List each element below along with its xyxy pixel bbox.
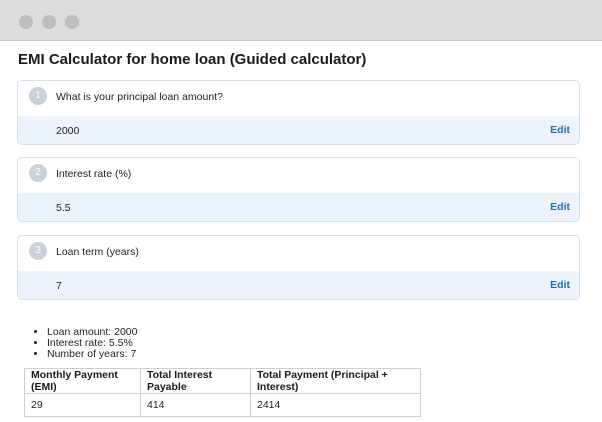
cell-total-payment: 2414 [250,393,421,417]
step-question: Loan term (years) [56,246,139,258]
window-maximize-icon[interactable] [65,15,79,29]
cell-monthly-payment: 29 [24,393,141,417]
table-header-row: Monthly Payment (EMI) Total Interest Pay… [24,368,421,394]
step-interest-rate: 2 Interest rate (%) 5.5 Edit [17,157,580,222]
window-titlebar [0,0,602,41]
step-value: 7 [56,280,62,292]
step-number-badge: 3 [29,242,47,260]
loan-summary-list: Loan amount: 2000 Interest rate: 5.5% Nu… [47,327,138,360]
step-question: Interest rate (%) [56,168,132,180]
browser-window: EMI Calculator for home loan (Guided cal… [0,0,602,422]
step-header: 1 What is your principal loan amount? [18,81,579,116]
step-value: 5.5 [56,202,71,214]
summary-number-of-years: Number of years: 7 [47,349,138,360]
edit-principal-link[interactable]: Edit [550,124,570,136]
results-table: Monthly Payment (EMI) Total Interest Pay… [24,368,421,417]
step-number-badge: 1 [29,87,47,105]
step-answer: 2000 Edit [18,116,579,144]
step-principal: 1 What is your principal loan amount? 20… [17,80,580,145]
edit-interest-rate-link[interactable]: Edit [550,201,570,213]
window-minimize-icon[interactable] [42,15,56,29]
window-close-icon[interactable] [19,15,33,29]
column-header-monthly-payment: Monthly Payment (EMI) [24,368,141,394]
table-row: 29 414 2414 [24,393,421,417]
step-value: 2000 [56,125,80,137]
cell-total-interest: 414 [140,393,251,417]
step-question: What is your principal loan amount? [56,91,223,103]
step-answer: 5.5 Edit [18,193,579,221]
step-header: 2 Interest rate (%) [18,158,579,193]
step-answer: 7 Edit [18,271,579,299]
page-title: EMI Calculator for home loan (Guided cal… [18,51,367,68]
column-header-total-interest: Total Interest Payable [140,368,251,394]
step-number-badge: 2 [29,164,47,182]
step-header: 3 Loan term (years) [18,236,579,271]
column-header-total-payment: Total Payment (Principal + Interest) [250,368,421,394]
edit-loan-term-link[interactable]: Edit [550,279,570,291]
step-loan-term: 3 Loan term (years) 7 Edit [17,235,580,300]
